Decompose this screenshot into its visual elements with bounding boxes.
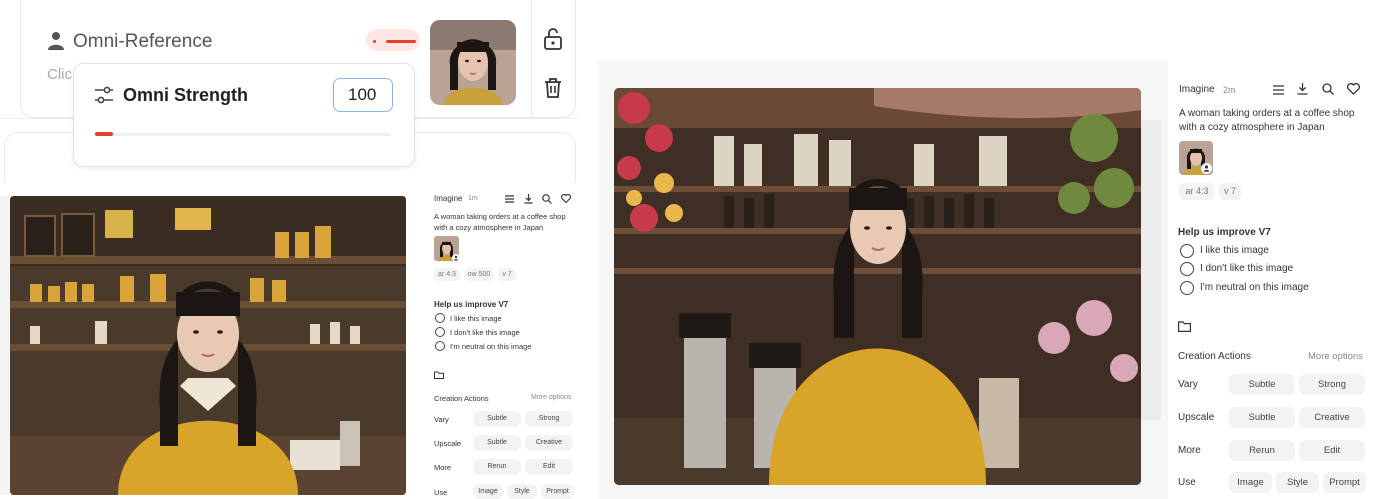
action-row-label: More — [434, 463, 452, 472]
feedback-option: I like this image — [1200, 245, 1269, 256]
use-image-button[interactable]: Image — [1229, 472, 1272, 493]
person-icon — [47, 31, 65, 51]
generated-image[interactable] — [10, 196, 406, 495]
creation-actions-title: Creation Actions — [1178, 351, 1251, 362]
feedback-radio[interactable] — [435, 313, 445, 323]
prompt-text: A woman taking orders at a coffee shop w… — [434, 212, 566, 232]
sliders-icon — [94, 86, 114, 104]
vertical-divider — [531, 0, 532, 118]
download-icon[interactable] — [1297, 83, 1308, 95]
rerun-button[interactable]: Rerun — [473, 459, 521, 475]
action-row-label: Use — [434, 488, 448, 497]
vary-subtle-button[interactable]: Subtle — [1229, 374, 1295, 395]
param-chip: v 7 — [1219, 183, 1241, 200]
feedback-title: Help us improve V7 — [434, 300, 509, 309]
omni-strength-label: Omni Strength — [123, 85, 248, 105]
heart-icon[interactable] — [561, 194, 571, 203]
upscale-subtle-button[interactable]: Subtle — [1229, 407, 1295, 428]
toggle-line — [386, 40, 416, 43]
action-row-label: Vary — [1178, 379, 1198, 390]
feedback-option: I like this image — [450, 314, 502, 323]
param-chip: ow 500 — [464, 268, 494, 281]
unlock-icon[interactable] — [543, 28, 563, 50]
search-icon[interactable] — [1322, 83, 1334, 95]
upscale-creative-button[interactable]: Creative — [1299, 407, 1365, 428]
timestamp: 1m — [468, 195, 478, 202]
generated-image-large[interactable] — [614, 88, 1141, 485]
omni-strength-slider[interactable] — [95, 133, 391, 136]
upscale-creative-button[interactable]: Creative — [525, 435, 573, 451]
more-options-link[interactable]: More options — [1308, 351, 1363, 362]
omni-reference-hint: Clic — [47, 66, 72, 83]
search-icon[interactable] — [542, 194, 552, 204]
feedback-option: I don't like this image — [450, 328, 520, 337]
vary-strong-button[interactable]: Strong — [1299, 374, 1365, 395]
feedback-radio[interactable] — [1180, 281, 1194, 295]
more-options-link[interactable]: More options — [531, 394, 571, 401]
heart-icon[interactable] — [1347, 83, 1360, 95]
menu-icon[interactable] — [1273, 85, 1284, 95]
omni-strength-slider-fill — [95, 132, 113, 136]
menu-icon[interactable] — [505, 195, 514, 203]
upscale-subtle-button[interactable]: Subtle — [473, 435, 521, 451]
param-chip: ar 4:3 — [434, 268, 460, 281]
folder-icon[interactable] — [1178, 321, 1191, 332]
prompt-text: A woman taking orders at a coffee shop w… — [1179, 108, 1355, 133]
action-row-label: More — [1178, 445, 1201, 456]
mode-label: Imagine — [1179, 84, 1215, 95]
folder-icon[interactable] — [434, 371, 444, 379]
param-chip: v 7 — [498, 268, 516, 281]
vary-strong-button[interactable]: Strong — [525, 411, 573, 427]
feedback-option: I'm neutral on this image — [450, 342, 532, 351]
use-style-button[interactable]: Style — [507, 484, 537, 499]
background-strip — [1141, 120, 1161, 420]
action-row-label: Upscale — [434, 439, 462, 448]
feedback-title: Help us improve V7 — [1178, 227, 1271, 238]
toggle-dot — [373, 40, 376, 43]
creation-actions-title: Creation Actions — [434, 394, 489, 403]
trash-icon[interactable] — [543, 77, 563, 99]
rerun-button[interactable]: Rerun — [1229, 440, 1295, 461]
feedback-option: I don't like this image — [1200, 263, 1294, 274]
use-image-button[interactable]: Image — [473, 484, 503, 499]
feedback-radio[interactable] — [435, 327, 445, 337]
feedback-radio[interactable] — [1180, 244, 1194, 258]
download-icon[interactable] — [524, 194, 533, 204]
feedback-radio[interactable] — [435, 341, 445, 351]
edit-button[interactable]: Edit — [525, 459, 573, 475]
reference-image[interactable] — [430, 20, 516, 105]
omni-reference-title: Omni-Reference — [73, 31, 213, 52]
use-prompt-button[interactable]: Prompt — [1323, 472, 1366, 493]
background-strip — [0, 196, 10, 495]
person-badge-icon — [452, 254, 460, 262]
feedback-option: I'm neutral on this image — [1200, 282, 1309, 293]
edit-button[interactable]: Edit — [1299, 440, 1365, 461]
omni-strength-input[interactable] — [333, 78, 393, 112]
action-row-label: Use — [1178, 477, 1196, 488]
use-style-button[interactable]: Style — [1276, 472, 1319, 493]
param-chip: ar 4:3 — [1179, 183, 1215, 200]
mode-label: Imagine — [434, 194, 463, 203]
action-row-label: Vary — [434, 415, 449, 424]
action-row-label: Upscale — [1178, 412, 1215, 423]
timestamp: 2m — [1223, 85, 1236, 95]
use-prompt-button[interactable]: Prompt — [541, 484, 574, 499]
feedback-radio[interactable] — [1180, 262, 1194, 276]
vary-subtle-button[interactable]: Subtle — [473, 411, 521, 427]
person-badge-icon — [1201, 163, 1212, 174]
